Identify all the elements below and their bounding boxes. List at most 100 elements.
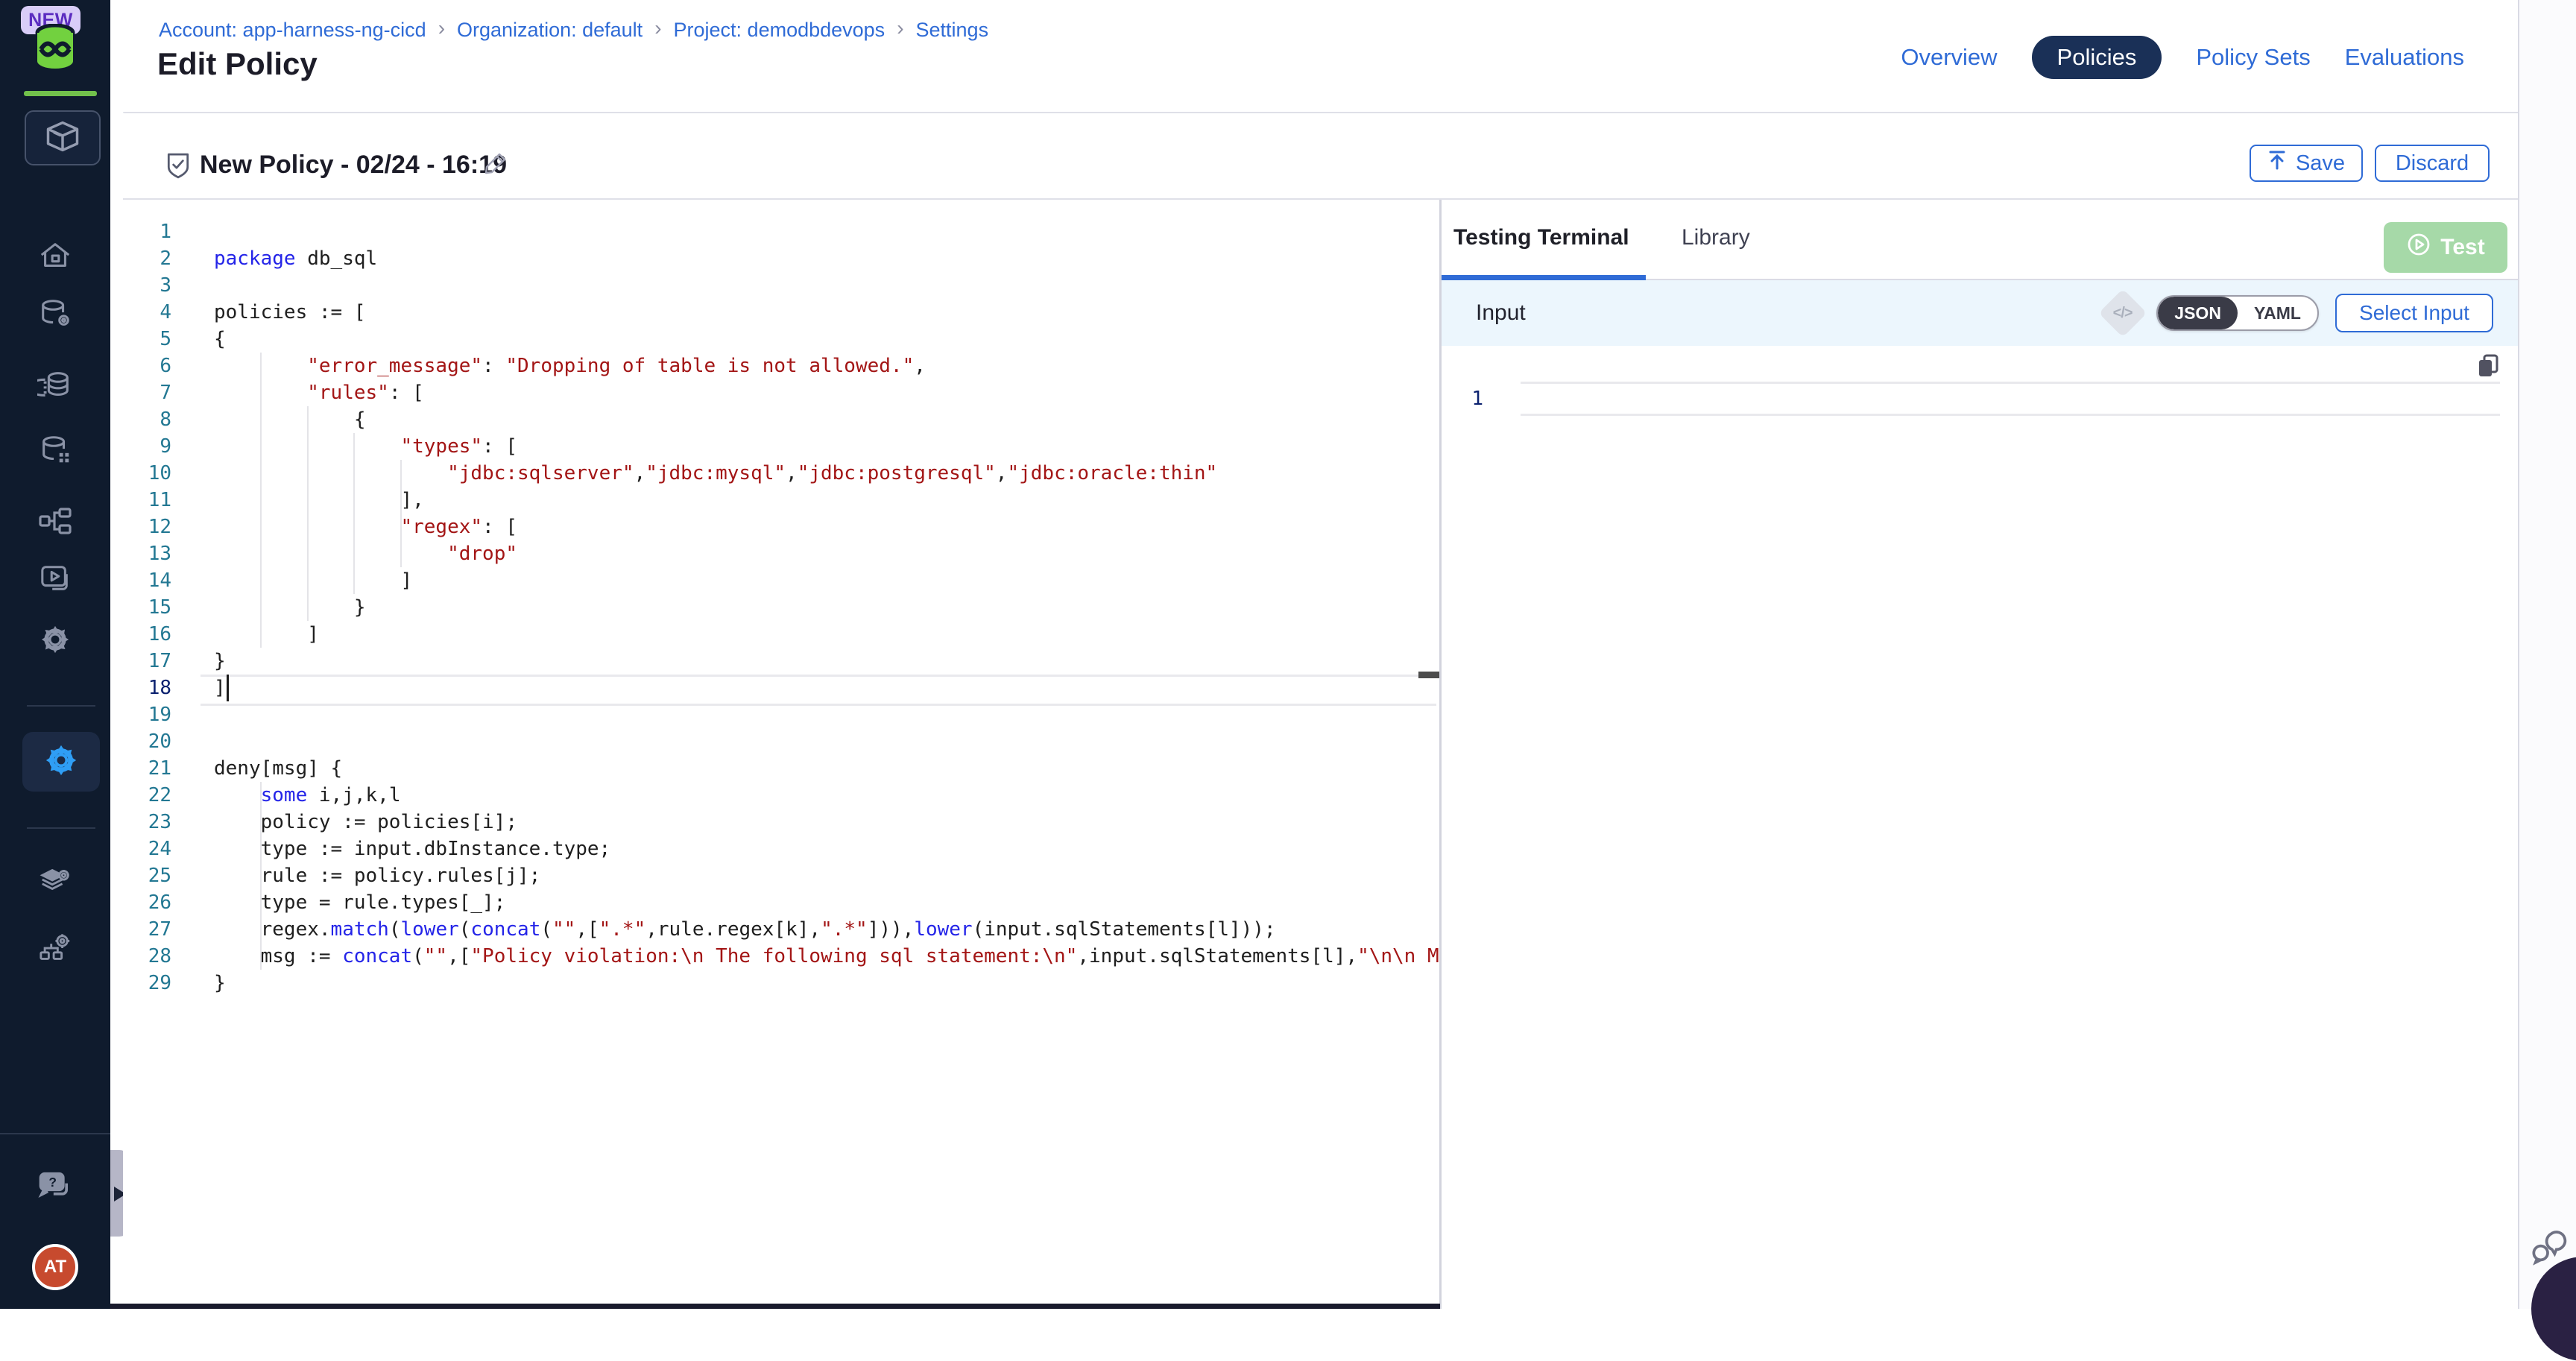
play-circle-icon [2406,232,2431,263]
format-toggle[interactable]: JSON YAML [2156,295,2319,331]
format-yaml[interactable]: YAML [2238,297,2317,329]
code-line-2[interactable]: 2package db_sql [123,245,1439,272]
sidebar-item-flow[interactable] [0,506,110,540]
code-line-14[interactable]: 14 ] [123,567,1439,594]
code-line-4[interactable]: 4policies := [ [123,299,1439,326]
code-line-19[interactable]: 19 [123,701,1439,728]
code-line-3[interactable]: 3 [123,272,1439,299]
db-stack-icon [37,368,73,406]
sidebar-divider [0,1133,110,1134]
sidebar-help-chat[interactable]: ? [0,1167,110,1210]
code-line-5[interactable]: 5{ [123,326,1439,353]
discard-button[interactable]: Discard [2375,145,2490,182]
db-gear-icon [38,297,72,335]
code-line-16[interactable]: 16 ] [123,621,1439,648]
sidebar-item-db-dots[interactable] [0,433,110,471]
sidebar-item-db-stack[interactable] [0,368,110,406]
gear-icon [37,622,73,661]
code-line-27[interactable]: 27 regex.match(lower(concat("",[".*",rul… [123,916,1439,943]
code-text: { [214,406,366,433]
code-text: "error_message": "Dropping of table is n… [214,353,926,379]
sidebar-item-flow-gear[interactable] [0,931,110,969]
line-number: 11 [123,487,171,514]
line-number: 15 [123,594,171,621]
breadcrumb-link[interactable]: Settings [916,19,989,42]
line-number: 20 [123,728,171,755]
right-rail [2519,0,2576,1309]
line-number: 10 [123,460,171,487]
code-line-28[interactable]: 28 msg := concat("",["Policy violation:\… [123,943,1439,970]
code-line-17[interactable]: 17} [123,648,1439,675]
tab-policy-sets[interactable]: Policy Sets [2196,44,2310,71]
code-line-9[interactable]: 9 "types": [ [123,433,1439,460]
line-number: 8 [123,406,171,433]
layers-gear-icon [37,862,73,900]
code-line-26[interactable]: 26 type = rule.types[_]; [123,889,1439,916]
code-line-20[interactable]: 20 [123,728,1439,755]
test-button[interactable]: Test [2384,222,2507,273]
save-button[interactable]: Save [2250,145,2363,182]
breadcrumb-link[interactable]: Organization: default [457,19,643,42]
user-avatar[interactable]: AT [32,1244,78,1290]
select-input-button[interactable]: Select Input [2335,294,2493,332]
sidebar-module-current[interactable] [25,110,101,165]
code-line-24[interactable]: 24 type := input.dbInstance.type; [123,836,1439,862]
code-line-13[interactable]: 13 "drop" [123,540,1439,567]
policy-name: New Policy - 02/24 - 16:19 [200,151,507,180]
code-line-1[interactable]: 1 [123,218,1439,245]
code-text: deny[msg] { [214,755,342,782]
line-number: 6 [123,353,171,379]
code-line-8[interactable]: 8 { [123,406,1439,433]
code-text: rule := policy.rules[j]; [214,862,540,889]
copy-icon[interactable] [2476,353,2500,382]
line-number: 9 [123,433,171,460]
breadcrumb-link[interactable]: Project: demodbdevops [674,19,886,42]
code-line-6[interactable]: 6 "error_message": "Dropping of table is… [123,353,1439,379]
tab-testing-terminal[interactable]: Testing Terminal [1453,225,1629,250]
sidebar-item-db-gear[interactable] [0,297,110,335]
tab-library[interactable]: Library [1682,225,1750,250]
line-number: 5 [123,326,171,353]
edit-pencil-icon[interactable] [483,151,508,180]
line-number: 24 [123,836,171,862]
db-devops-logo-icon[interactable] [34,24,77,74]
sidebar-item-home[interactable] [0,239,110,277]
tab-evaluations[interactable]: Evaluations [2345,44,2464,71]
breadcrumb-link[interactable]: Account: app-harness-ng-cicd [159,19,426,42]
line-number: 13 [123,540,171,567]
input-editor-line[interactable]: 1 [1442,382,2518,416]
code-line-25[interactable]: 25 rule := policy.rules[j]; [123,862,1439,889]
sidebar-item-play-box[interactable] [0,563,110,598]
code-line-21[interactable]: 21deny[msg] { [123,755,1439,782]
sidebar-item-settings-gear[interactable] [22,732,100,792]
code-line-12[interactable]: 12 "regex": [ [123,514,1439,540]
code-text: } [214,970,226,997]
code-text: package db_sql [214,245,377,272]
code-line-22[interactable]: 22 some i,j,k,l [123,782,1439,809]
code-text: { [214,326,226,353]
sidebar-item-layers-gear[interactable] [0,862,110,900]
testing-panel-tabs: Testing Terminal Library Test [1442,200,2518,280]
line-number: 17 [123,648,171,675]
sidebar-item-gear[interactable] [0,622,110,661]
policy-code-editor[interactable]: 12package db_sql34policies := [5{6 "erro… [123,200,1439,1304]
code-line-15[interactable]: 15 } [123,594,1439,621]
code-text: ] [214,675,226,701]
line-number: 18 [123,675,171,701]
line-number: 7 [123,379,171,406]
testing-panel: Testing Terminal Library Test Input </> … [1442,200,2518,1309]
tab-policies[interactable]: Policies [2032,36,2162,79]
code-line-29[interactable]: 29} [123,970,1439,997]
code-line-10[interactable]: 10 "jdbc:sqlserver","jdbc:mysql","jdbc:p… [123,460,1439,487]
code-line-23[interactable]: 23 policy := policies[i]; [123,809,1439,836]
input-row: Input </> JSON YAML Select Input [1442,280,2518,346]
input-current-line [1521,382,2500,416]
format-json[interactable]: JSON [2158,297,2238,329]
code-line-7[interactable]: 7 "rules": [ [123,379,1439,406]
code-line-18[interactable]: 18] [123,675,1439,701]
tab-overview[interactable]: Overview [1901,44,1997,71]
code-line-11[interactable]: 11 ], [123,487,1439,514]
line-number: 22 [123,782,171,809]
line-number: 25 [123,862,171,889]
right-rail-divider [2518,0,2519,1309]
